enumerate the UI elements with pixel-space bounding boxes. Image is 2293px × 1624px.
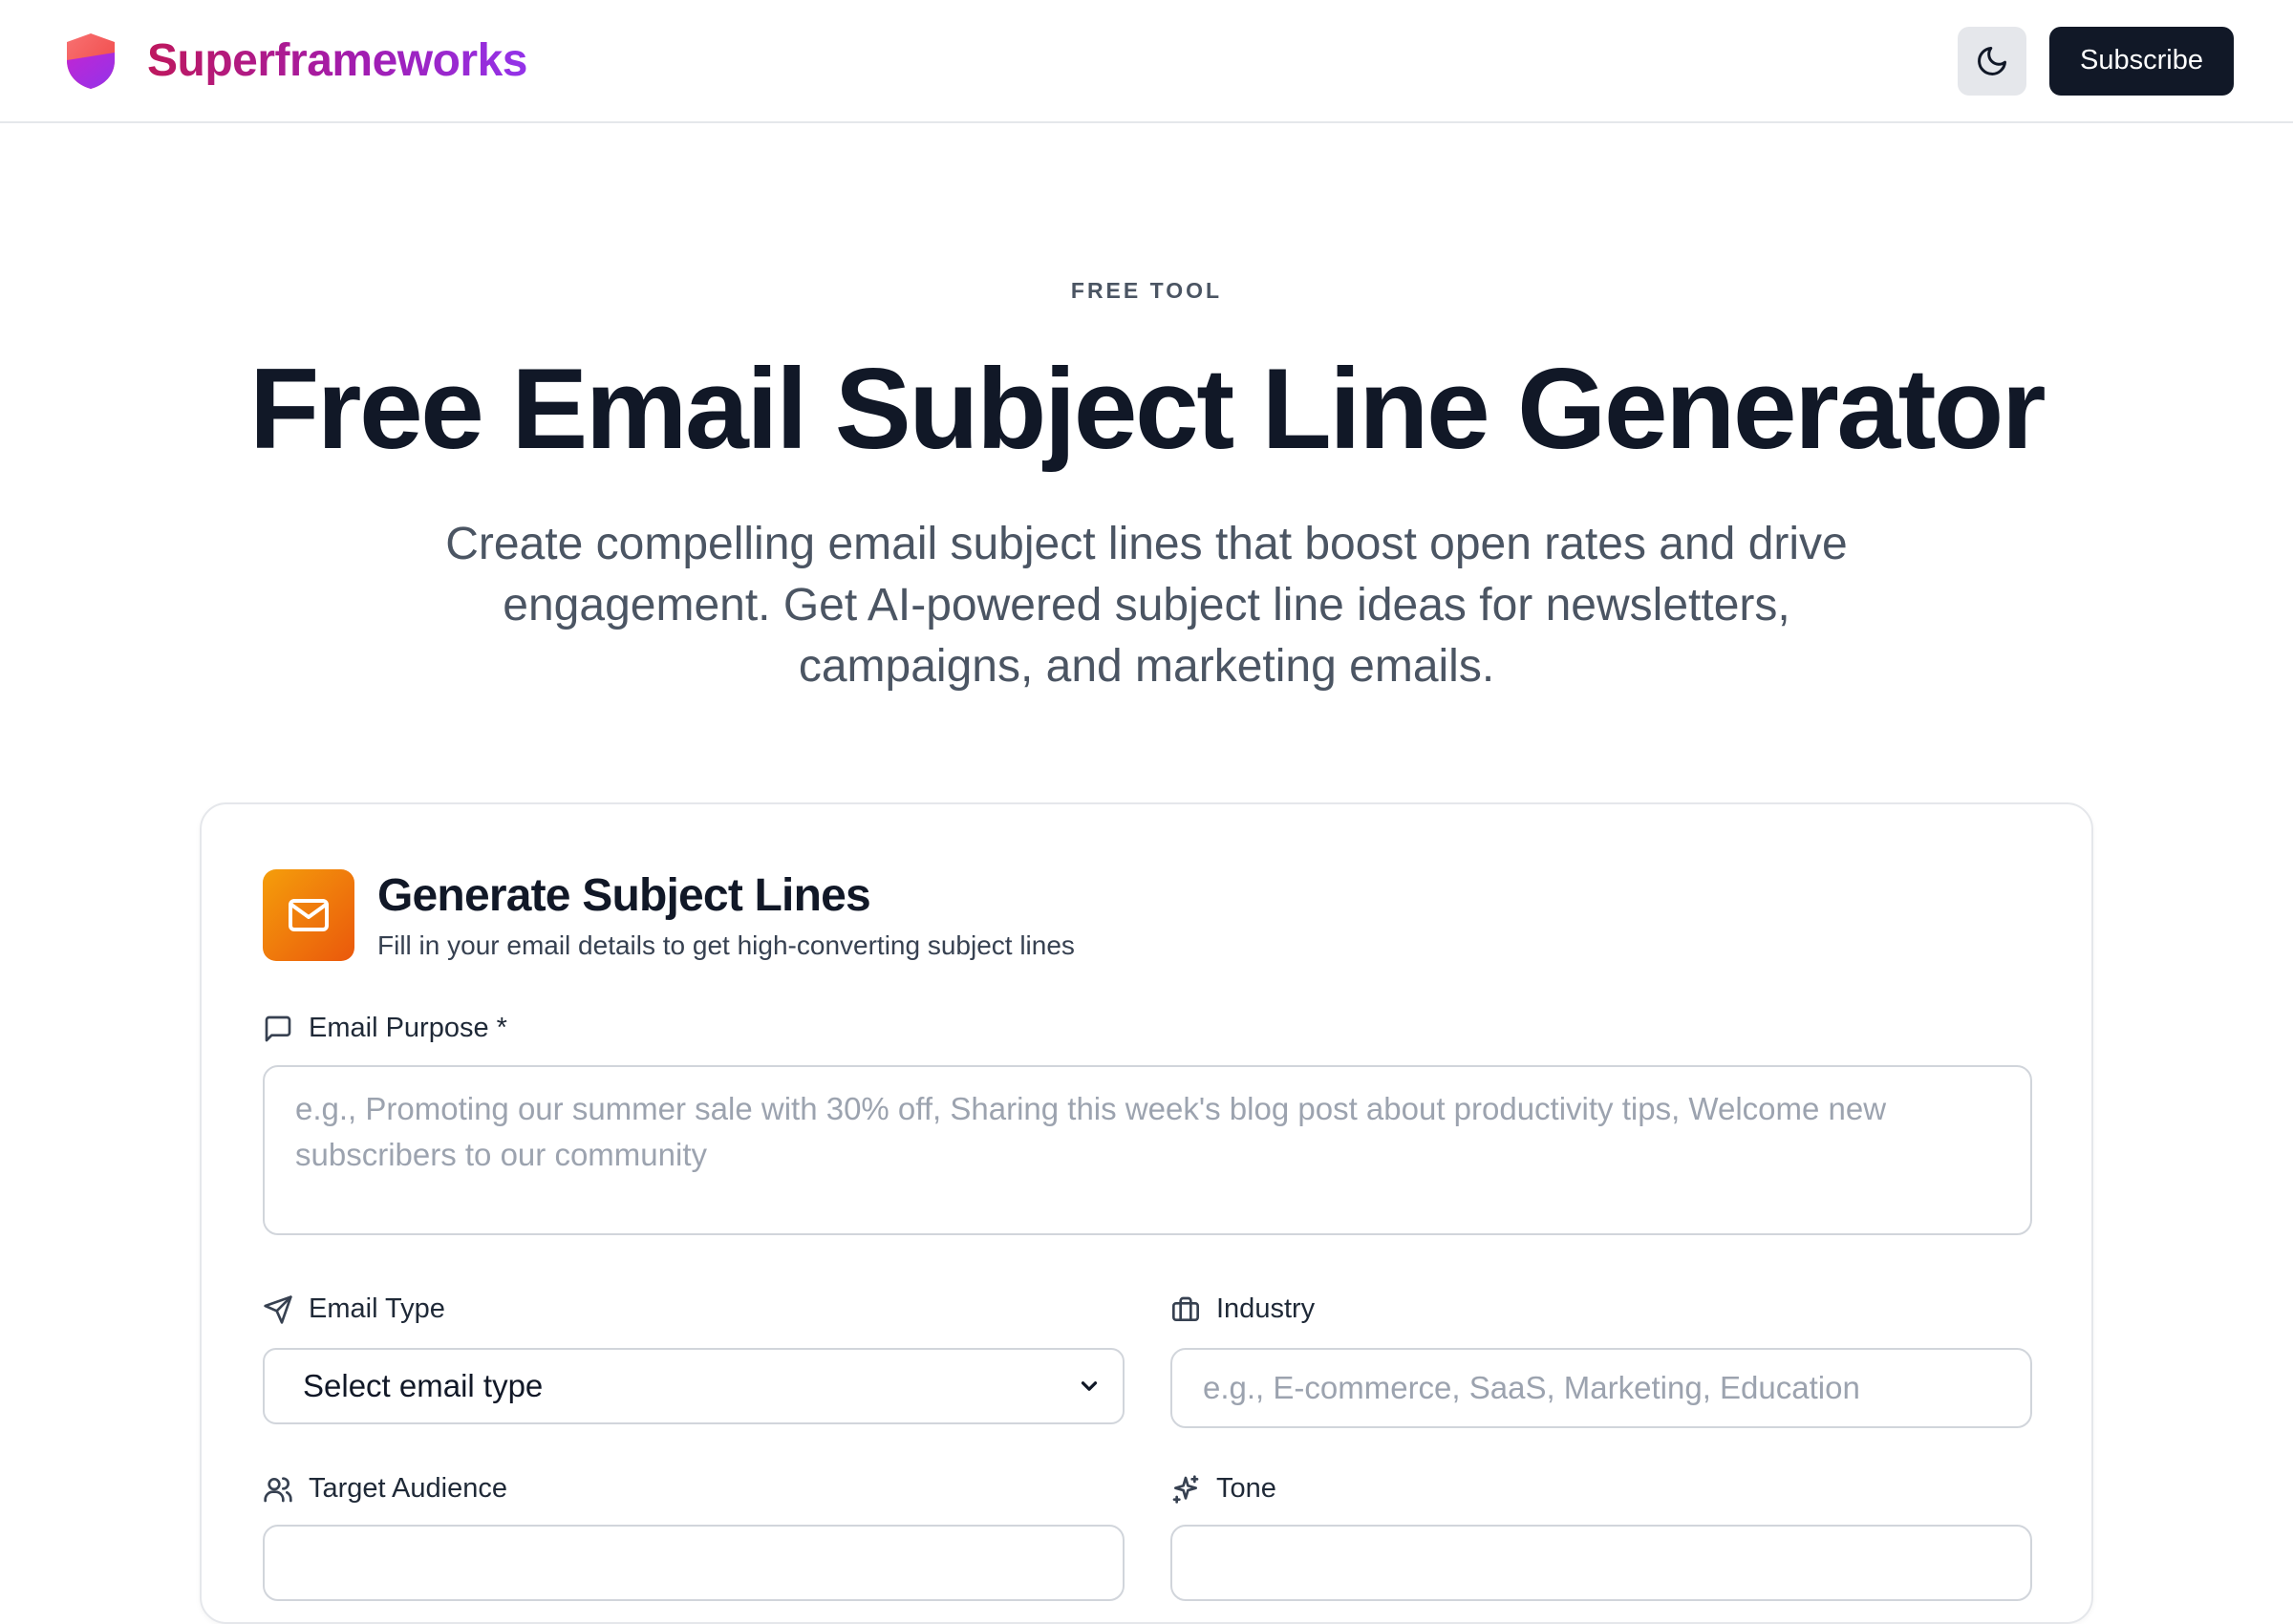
- card-description: Fill in your email details to get high-c…: [377, 930, 1075, 960]
- email-type-label: Email Type: [263, 1293, 445, 1325]
- brand-name: Superframeworks: [147, 35, 528, 86]
- mail-icon: [289, 899, 329, 931]
- briefcase-icon: [1172, 1296, 1199, 1321]
- brand[interactable]: Superframeworks: [63, 32, 528, 91]
- target-audience-input[interactable]: [263, 1525, 1125, 1601]
- email-type-label-text: Email Type: [309, 1293, 445, 1324]
- hero-subtitle: Create compelling email subject lines th…: [445, 519, 1848, 692]
- card-heading: Generate Subject Lines Fill in your emai…: [377, 869, 1075, 963]
- email-type-selected-value: Select email type: [303, 1368, 544, 1403]
- industry-label: Industry: [1170, 1293, 1315, 1325]
- users-icon: [264, 1476, 292, 1502]
- card-icon-badge: [263, 869, 354, 961]
- target-audience-label: Target Audience: [263, 1473, 507, 1505]
- moon-icon: [1978, 46, 2007, 75]
- card-title: Generate Subject Lines: [377, 870, 871, 921]
- email-purpose-input[interactable]: [263, 1065, 2032, 1235]
- email-type-select[interactable]: Select email type: [263, 1348, 1125, 1424]
- hero-eyebrow: FREE TOOL: [1070, 278, 1223, 303]
- send-icon: [264, 1294, 292, 1324]
- card-header: Generate Subject Lines Fill in your emai…: [263, 869, 1075, 963]
- generator-card: Generate Subject Lines Fill in your emai…: [200, 802, 2093, 1624]
- sparkles-icon: [1172, 1474, 1199, 1504]
- chevron-down-icon: [1081, 1381, 1098, 1391]
- tone-label-text: Tone: [1216, 1473, 1276, 1504]
- message-square-icon: [265, 1015, 291, 1041]
- theme-toggle-button[interactable]: [1958, 26, 2027, 96]
- subscribe-button[interactable]: Subscribe: [2049, 26, 2234, 96]
- shield-logo-icon: [67, 32, 115, 89]
- tone-select[interactable]: [1170, 1525, 2032, 1601]
- target-audience-label-text: Target Audience: [309, 1473, 507, 1504]
- email-purpose-label-text: Email Purpose *: [309, 1013, 507, 1043]
- industry-label-text: Industry: [1216, 1293, 1316, 1324]
- industry-input[interactable]: [1170, 1348, 2032, 1428]
- site-header: Superframeworks Subscribe: [0, 0, 2293, 123]
- header-actions: Subscribe: [1958, 26, 2234, 96]
- email-purpose-label: Email Purpose *: [263, 1013, 507, 1044]
- hero-section: FREE TOOL Free Email Subject Line Genera…: [0, 273, 2293, 697]
- tone-label: Tone: [1170, 1473, 1276, 1505]
- page-title: Free Email Subject Line Generator: [248, 345, 2047, 473]
